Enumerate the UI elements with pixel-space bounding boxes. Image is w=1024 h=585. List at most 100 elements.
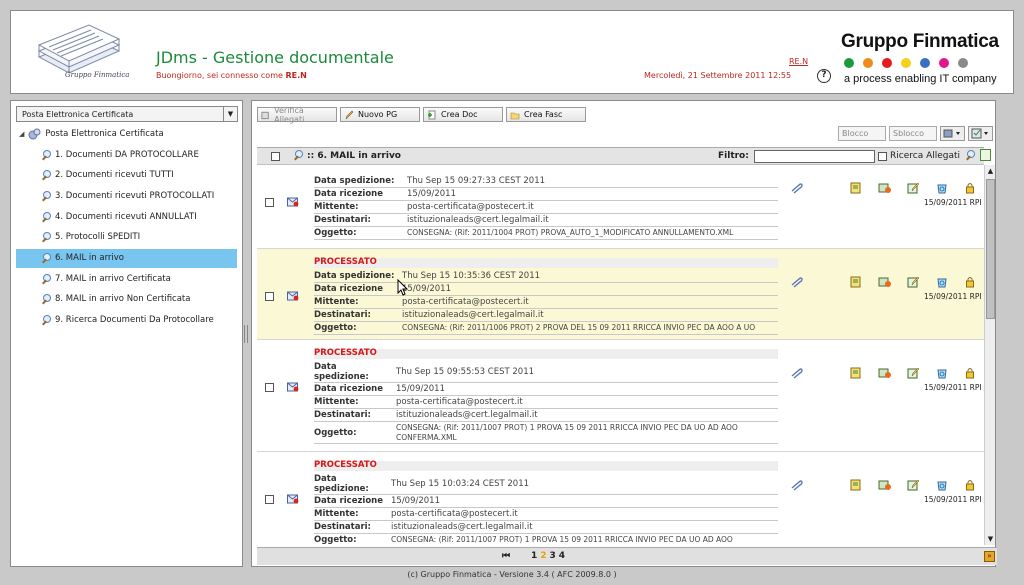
row-checkbox[interactable] <box>265 198 274 207</box>
crea-fasc-button[interactable]: Crea Fasc <box>506 107 586 122</box>
sidebar-item[interactable]: 1. Documenti DA PROTOCOLLARE <box>16 145 237 164</box>
scroll-thumb[interactable] <box>986 179 995 319</box>
field-label: Data <box>314 474 337 484</box>
edit-icon[interactable] <box>907 367 921 379</box>
mail-row[interactable]: PROCESSATO Data spedizione: Thu Sep 15 10:0… <box>257 452 984 545</box>
field-label: Destinatari: <box>314 522 371 532</box>
app-window: Gruppo Finmatica JDms - Gestione documen… <box>0 0 1024 585</box>
export-icon[interactable] <box>980 149 991 161</box>
document-icon[interactable] <box>849 479 863 491</box>
search-icon[interactable] <box>293 150 303 160</box>
sidebar-item[interactable]: 7. MAIL in arrivo Certificata <box>16 269 237 288</box>
row-checkbox[interactable] <box>265 495 274 504</box>
field-value: 15/09/2011 <box>396 384 445 394</box>
attachment-icon[interactable] <box>789 367 803 379</box>
toolbar: Verifica Allegati Nuovo PG Crea Doc Crea… <box>257 106 586 124</box>
search-go-icon[interactable] <box>965 150 975 160</box>
page-link[interactable]: 1 <box>531 551 537 561</box>
sheet-icon[interactable] <box>878 367 892 379</box>
field-data_ricezione: Data ricezione 15/09/2011 <box>314 283 778 296</box>
verifica-allegati-button[interactable]: Verifica Allegati <box>257 106 337 124</box>
user-link[interactable]: RE.N <box>789 57 808 66</box>
splitter-handle[interactable] <box>244 325 248 343</box>
ricerca-allegati-checkbox[interactable] <box>878 152 887 161</box>
lock-icon[interactable] <box>963 479 977 491</box>
recycle-icon[interactable] <box>935 479 949 491</box>
sidebar-item-label: 9. Ricerca Documenti Da Protocollare <box>55 315 214 326</box>
edit-icon[interactable] <box>907 479 921 491</box>
recycle-icon[interactable] <box>935 182 949 194</box>
sheet-icon[interactable] <box>878 182 892 194</box>
attachment-icon[interactable] <box>789 479 803 491</box>
page-link[interactable]: 3 <box>550 551 556 561</box>
vertical-scrollbar[interactable]: ▲ ▼ <box>984 165 995 545</box>
sidebar-item[interactable]: 9. Ricerca Documenti Da Protocollare <box>16 311 237 330</box>
app-title: JDms - Gestione documentale <box>156 48 394 67</box>
lock-icon[interactable] <box>963 182 977 194</box>
field-label: Data spedizione: <box>314 176 395 186</box>
field-value: istituzionaleads@cert.legalmail.it <box>407 215 549 225</box>
sidebar-item[interactable]: 5. Protocolli SPEDITI <box>16 228 237 247</box>
document-icon[interactable] <box>849 182 863 194</box>
recycle-icon[interactable] <box>935 276 949 288</box>
document-icon[interactable] <box>849 276 863 288</box>
page-link[interactable]: 2 <box>540 551 546 561</box>
row-checkbox[interactable] <box>265 292 274 301</box>
sidebar-item[interactable]: 6. MAIL in arrivo <box>16 248 237 268</box>
sidebar-select[interactable]: Posta Elettronica Certificata ▼ <box>16 106 238 122</box>
sidebar-item-label: 8. MAIL in arrivo Non Certificata <box>55 294 191 305</box>
edit-icon[interactable] <box>907 182 921 194</box>
sblocco-field[interactable]: Sblocco <box>889 126 937 141</box>
view-dropdown[interactable] <box>968 126 993 141</box>
greeting-prefix: Buongiorno, sei connesso come <box>156 71 286 80</box>
filtro-input[interactable] <box>754 150 875 163</box>
tools-dropdown[interactable] <box>940 126 965 141</box>
field-destinatari: Destinatari: istituzionaleads@cert.legalm… <box>314 409 778 422</box>
mail-row[interactable]: Data spedizione: Thu Sep 15 09:27:33 CEST… <box>257 165 984 249</box>
tree-root[interactable]: ◢ Posta Elettronica Certificata <box>19 127 164 141</box>
field-label: Mittente: <box>314 297 359 307</box>
sidebar-item-label: 4. Documenti ricevuti ANNULLATI <box>55 211 197 222</box>
sidebar-item[interactable]: 3. Documenti ricevuti PROTOCOLLATI <box>16 186 237 205</box>
sidebar-item[interactable]: 2. Documenti ricevuti TUTTI <box>16 166 237 185</box>
next-page-icon[interactable]: » <box>984 551 995 562</box>
recycle-icon[interactable] <box>935 367 949 379</box>
lock-icon[interactable] <box>963 276 977 288</box>
chevron-down-icon[interactable]: ▼ <box>223 107 237 121</box>
attachment-icon[interactable] <box>789 182 803 194</box>
search-icon <box>41 253 51 263</box>
brand-dot <box>920 58 930 68</box>
mail-row[interactable]: PROCESSATO Data spedizione: Thu Sep 15 10:… <box>257 249 984 340</box>
mail-row[interactable]: PROCESSATO Data spedizione: Thu Sep 15 09:5… <box>257 340 984 452</box>
field-label: Mittente: <box>314 202 359 212</box>
row-checkbox[interactable] <box>265 383 274 392</box>
scroll-down-icon[interactable]: ▼ <box>985 533 996 545</box>
sidebar-item[interactable]: 8. MAIL in arrivo Non Certificata <box>16 290 237 309</box>
blocco-field[interactable]: Blocco <box>838 126 886 141</box>
edit-icon[interactable] <box>907 276 921 288</box>
crea-fasc-label: Crea Fasc <box>524 110 563 119</box>
scroll-up-icon[interactable]: ▲ <box>985 165 996 177</box>
field-mittente: Mittente: posta-certificata@postecert.it <box>314 396 778 409</box>
field-data_spedizione: Data spedizione: Thu Sep 15 09:55:53 CEST … <box>314 361 778 383</box>
nuovo-pg-button[interactable]: Nuovo PG <box>340 107 420 122</box>
attachment-icon[interactable] <box>789 276 803 288</box>
document-icon[interactable] <box>849 367 863 379</box>
first-page-icon[interactable]: ⏮ <box>502 551 510 561</box>
page-link[interactable]: 4 <box>559 551 565 561</box>
sheet-icon[interactable] <box>878 276 892 288</box>
field-mittente: Mittente: posta-certificata@postecert.it <box>314 201 778 214</box>
sheet-icon[interactable] <box>878 479 892 491</box>
crea-doc-button[interactable]: Crea Doc <box>423 107 503 122</box>
sidebar-item[interactable]: 4. Documenti ricevuti ANNULLATI <box>16 207 237 226</box>
sidebar: Posta Elettronica Certificata ▼ ◢ Posta … <box>10 100 243 567</box>
tree-expand-icon[interactable]: ◢ <box>19 130 24 138</box>
help-icon[interactable]: ? <box>817 69 831 83</box>
view-options-icon <box>971 128 988 139</box>
brand-dot <box>844 58 854 68</box>
lock-icon[interactable] <box>963 367 977 379</box>
nuovo-pg-label: Nuovo PG <box>358 110 398 119</box>
logo-caption: Gruppo Finmatica <box>65 71 130 79</box>
mail-envelope-icon <box>287 291 299 301</box>
select-all-checkbox[interactable] <box>271 152 280 161</box>
